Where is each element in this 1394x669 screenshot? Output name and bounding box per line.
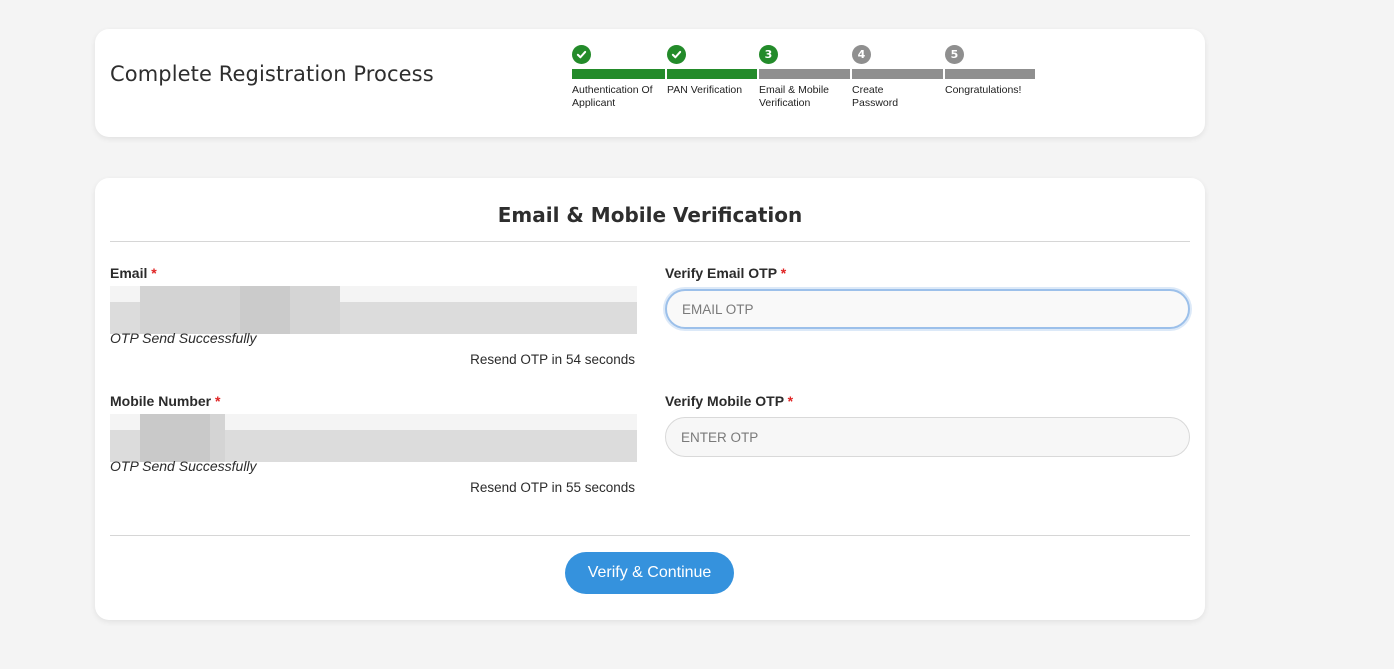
email-otp-status: OTP Send Successfully — [110, 330, 257, 346]
required-marker: * — [215, 393, 221, 409]
step-5-label: Congratulations! — [945, 84, 1022, 96]
step-5-number: 5 — [945, 45, 964, 64]
registration-stepper: Authentication Of Applicant PAN Verifica… — [572, 45, 1042, 135]
page-title: Complete Registration Process — [110, 62, 434, 86]
step-3-progress-bar — [759, 69, 850, 79]
email-otp-input[interactable] — [665, 289, 1190, 329]
step-2-label: PAN Verification — [667, 84, 743, 96]
step-3-number: 3 — [759, 45, 778, 64]
step-2-progress-bar — [667, 69, 757, 79]
verify-email-otp-label: Verify Email OTP * — [665, 265, 787, 281]
mobile-otp-input[interactable] — [665, 417, 1190, 457]
step-1-progress-bar — [572, 69, 665, 79]
form-title: Email & Mobile Verification — [497, 203, 803, 227]
mobile-otp-status: OTP Send Successfully — [110, 458, 257, 474]
step-1: Authentication Of Applicant — [572, 45, 665, 135]
title-divider — [110, 241, 1190, 242]
required-marker: * — [780, 265, 787, 281]
check-icon — [572, 45, 591, 64]
email-label: Email * — [110, 265, 157, 281]
email-field-masked — [110, 286, 637, 334]
step-3: 3 Email & Mobile Verification — [759, 45, 850, 135]
registration-header-card: Complete Registration Process Authentica… — [95, 29, 1205, 137]
step-4-progress-bar — [852, 69, 943, 79]
step-5: 5 Congratulations! — [945, 45, 1035, 135]
step-3-label: Email & Mobile Verification — [759, 84, 830, 109]
step-4-label: Create Password — [852, 84, 899, 109]
step-1-label: Authentication Of Applicant — [572, 84, 653, 109]
verification-form-card: Email & Mobile Verification Email * OTP … — [95, 178, 1205, 620]
required-marker: * — [151, 265, 157, 281]
email-resend-timer: Resend OTP in 54 seconds — [470, 352, 635, 367]
verify-mobile-otp-label: Verify Mobile OTP * — [665, 393, 794, 409]
step-5-progress-bar — [945, 69, 1035, 79]
footer-divider — [110, 535, 1190, 536]
required-marker: * — [787, 393, 794, 409]
mobile-field-masked — [110, 414, 637, 462]
step-2: PAN Verification — [667, 45, 757, 135]
step-4: 4 Create Password — [852, 45, 943, 135]
verify-continue-button[interactable]: Verify & Continue — [565, 552, 734, 594]
step-4-number: 4 — [852, 45, 871, 64]
mobile-resend-timer: Resend OTP in 55 seconds — [470, 480, 635, 495]
mobile-number-label: Mobile Number * — [110, 393, 221, 409]
check-icon — [667, 45, 686, 64]
